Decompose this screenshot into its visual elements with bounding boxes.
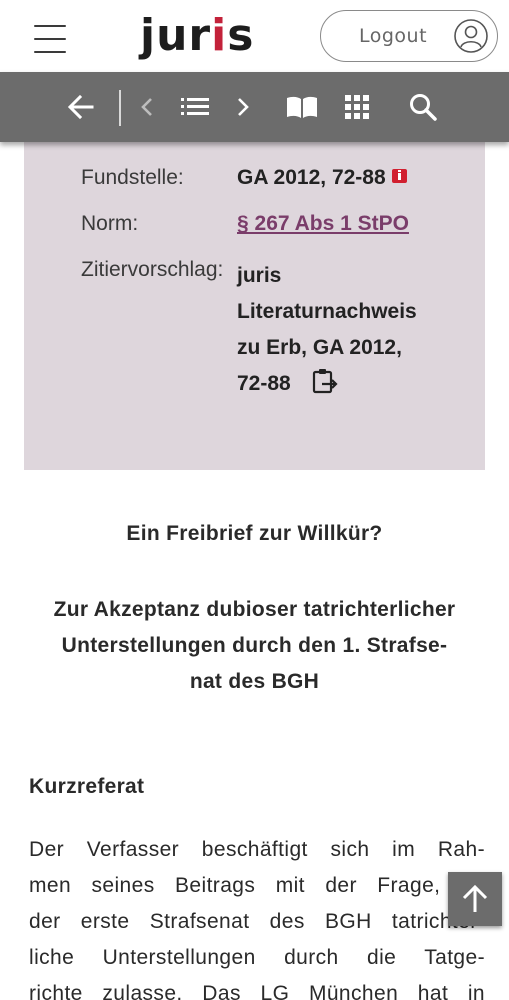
text-line: liche Unterstellungen durch die Tatge- <box>29 946 485 969</box>
norm-value: § 267 Abs 1 StPO <box>237 212 409 236</box>
back-arrow-icon[interactable] <box>64 90 98 124</box>
subtitle-line: Unterstellungen durch den 1. Strafse- <box>61 634 448 657</box>
prev-chevron-icon[interactable] <box>131 90 165 124</box>
arrow-up-icon <box>462 884 488 912</box>
fundstelle-value: GA 2012, 72-88 <box>237 166 407 190</box>
fundstelle-label: Fundstelle: <box>81 166 184 189</box>
user-icon <box>454 19 488 53</box>
copy-clipboard-icon[interactable] <box>311 367 339 395</box>
abstract-text: Der Verfasser beschäftigt sich im Rah- m… <box>29 832 485 1000</box>
zitiervorschlag-value: juris Literaturnachweis zu Erb, GA 2012,… <box>237 258 417 402</box>
norm-link[interactable]: § 267 Abs 1 StPO <box>237 212 409 235</box>
zitier-line: juris <box>237 264 282 287</box>
navigation-toolbar <box>0 72 509 142</box>
section-heading: Kurzreferat <box>29 775 145 798</box>
logout-label: Logout <box>359 25 428 47</box>
zitiervorschlag-label: Zitiervorschlag: <box>81 258 224 281</box>
back-to-top-button[interactable] <box>448 872 502 926</box>
document-content: Fundstelle: GA 2012, 72-88 Norm: § 267 A… <box>12 142 497 1000</box>
text-line: der erste Strafsenat des BGH tatrichter- <box>29 910 485 933</box>
menu-icon[interactable] <box>34 24 68 54</box>
toolbar-divider <box>119 90 121 126</box>
text-line: Der Verfasser beschäftigt sich im Rah- <box>29 838 485 861</box>
zitier-line: zu Erb, GA 2012, <box>237 336 402 359</box>
search-icon[interactable] <box>406 90 440 124</box>
text-line: richte zulasse. Das LG München hat in <box>29 982 485 1000</box>
zitier-line-last: 72-88 <box>237 366 417 402</box>
next-chevron-icon[interactable] <box>226 90 260 124</box>
metadata-box: Fundstelle: GA 2012, 72-88 Norm: § 267 A… <box>24 142 485 470</box>
book-icon[interactable] <box>284 90 320 124</box>
subtitle-line: nat des BGH <box>189 670 320 693</box>
list-icon[interactable] <box>178 90 212 124</box>
document-title: Ein Freibrief zur Willkür? <box>126 522 383 545</box>
subtitle-line: Zur Akzeptanz dubioser tatrichterlicher <box>53 598 456 621</box>
text-line: men seines Beitrags mit der Frage, ob <box>29 874 485 897</box>
app-header: juris Logout <box>0 0 509 72</box>
grid-icon[interactable] <box>341 90 375 124</box>
logout-button[interactable]: Logout <box>320 10 498 62</box>
info-icon[interactable] <box>391 169 407 184</box>
norm-label: Norm: <box>81 212 139 235</box>
zitier-line: Literaturnachweis <box>237 300 417 323</box>
juris-logo[interactable]: juris <box>140 8 254 64</box>
document-subtitle: Zur Akzeptanz dubioser tatrichterlicher … <box>24 592 485 700</box>
